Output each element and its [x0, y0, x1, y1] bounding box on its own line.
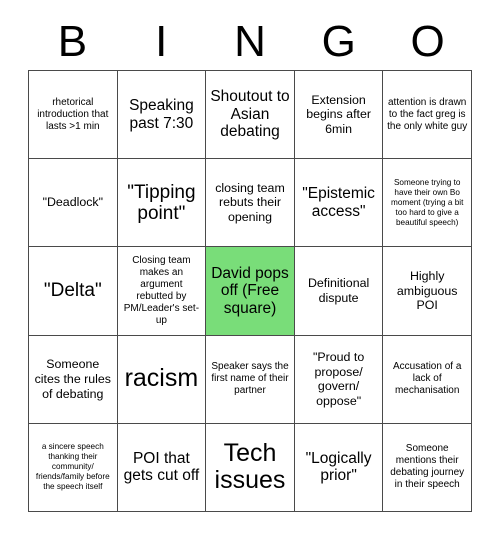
bingo-card: B I N G O rhetorical introduction that l…: [0, 0, 500, 544]
bingo-cell-text: attention is drawn to the fact greg is t…: [387, 96, 468, 132]
bingo-header-letter-n: N: [234, 17, 266, 66]
bingo-cell[interactable]: Definitional dispute: [294, 247, 384, 336]
bingo-cell[interactable]: racism: [117, 335, 207, 424]
bingo-cell-text: David pops off (Free square): [211, 264, 289, 317]
bingo-cell-text: "Delta": [43, 280, 102, 302]
bingo-cell[interactable]: Accusation of a lack of mechanisation: [383, 335, 472, 424]
bingo-free-square[interactable]: David pops off (Free square): [206, 247, 295, 336]
bingo-cell[interactable]: Someone trying to have their own Bo mome…: [383, 159, 472, 248]
bingo-header-letter-i: I: [155, 17, 168, 66]
bingo-cell-text: a sincere speech thanking their communit…: [35, 442, 110, 492]
bingo-cell[interactable]: "Epistemic access": [294, 159, 384, 248]
bingo-cell[interactable]: Tech issues: [206, 423, 295, 512]
bingo-cell[interactable]: "Logically prior": [294, 423, 384, 512]
bingo-cell[interactable]: a sincere speech thanking their communit…: [29, 423, 118, 512]
bingo-cell[interactable]: rhetorical introduction that lasts >1 mi…: [29, 71, 118, 160]
bingo-cell[interactable]: "Delta": [29, 247, 118, 336]
bingo-cell-text: Accusation of a lack of mechanisation: [393, 361, 462, 397]
bingo-cell-text: Extension begins after 6min: [306, 92, 371, 136]
bingo-cell-text: "Epistemic access": [302, 185, 375, 220]
bingo-cell-text: Shoutout to Asian debating: [210, 88, 290, 141]
bingo-cell[interactable]: Closing team makes an argument rebutted …: [117, 247, 207, 336]
bingo-cell[interactable]: Someone mentions their debating journey …: [383, 423, 472, 512]
bingo-cell-text: closing team rebuts their opening: [215, 180, 285, 225]
bingo-cell-text: Closing team makes an argument rebutted …: [123, 254, 200, 326]
bingo-cell-text: POI that gets cut off: [123, 449, 200, 485]
bingo-cell[interactable]: attention is drawn to the fact greg is t…: [383, 71, 472, 160]
bingo-cell[interactable]: Shoutout to Asian debating: [206, 71, 295, 160]
bingo-cell-text: Someone mentions their debating journey …: [390, 443, 465, 491]
bingo-cell-text: Someone trying to have their own Bo mome…: [391, 177, 464, 227]
bingo-cell[interactable]: Speaker says the first name of their par…: [206, 335, 295, 424]
bingo-cell[interactable]: Extension begins after 6min: [294, 71, 384, 160]
bingo-cell-text: "Proud to propose/ govern/ oppose": [312, 349, 365, 408]
bingo-cell[interactable]: "Deadlock": [29, 159, 118, 248]
bingo-cell-text: "Deadlock": [42, 195, 104, 210]
bingo-cell-text: Someone cites the rules of debating: [34, 357, 112, 401]
bingo-cell[interactable]: closing team rebuts their opening: [206, 159, 295, 248]
bingo-cell-text: "Logically prior": [305, 449, 372, 485]
bingo-cell[interactable]: Someone cites the rules of debating: [29, 335, 118, 424]
bingo-cell[interactable]: Speaking past 7:30: [117, 71, 207, 160]
bingo-cell-text: racism: [124, 364, 199, 393]
bingo-header-letter-g: G: [321, 17, 356, 66]
bingo-header-letter-b: B: [57, 17, 88, 66]
bingo-header: B I N G O: [28, 14, 472, 70]
bingo-cell-text: Tech issues: [214, 438, 286, 495]
bingo-cell-text: rhetorical introduction that lasts >1 mi…: [37, 96, 109, 132]
bingo-cell-text: "Tipping point": [127, 181, 196, 224]
bingo-cell[interactable]: "Proud to propose/ govern/ oppose": [294, 335, 384, 424]
bingo-cell[interactable]: Highly ambiguous POI: [383, 247, 472, 336]
bingo-grid: rhetorical introduction that lasts >1 mi…: [28, 70, 472, 512]
bingo-cell-text: Definitional dispute: [307, 276, 370, 305]
bingo-cell-text: Highly ambiguous POI: [396, 269, 458, 313]
bingo-cell-text: Speaking past 7:30: [129, 96, 194, 132]
bingo-header-letter-o: O: [410, 17, 445, 66]
bingo-cell[interactable]: POI that gets cut off: [117, 423, 207, 512]
bingo-cell[interactable]: "Tipping point": [117, 159, 207, 248]
bingo-cell-text: Speaker says the first name of their par…: [211, 361, 289, 397]
